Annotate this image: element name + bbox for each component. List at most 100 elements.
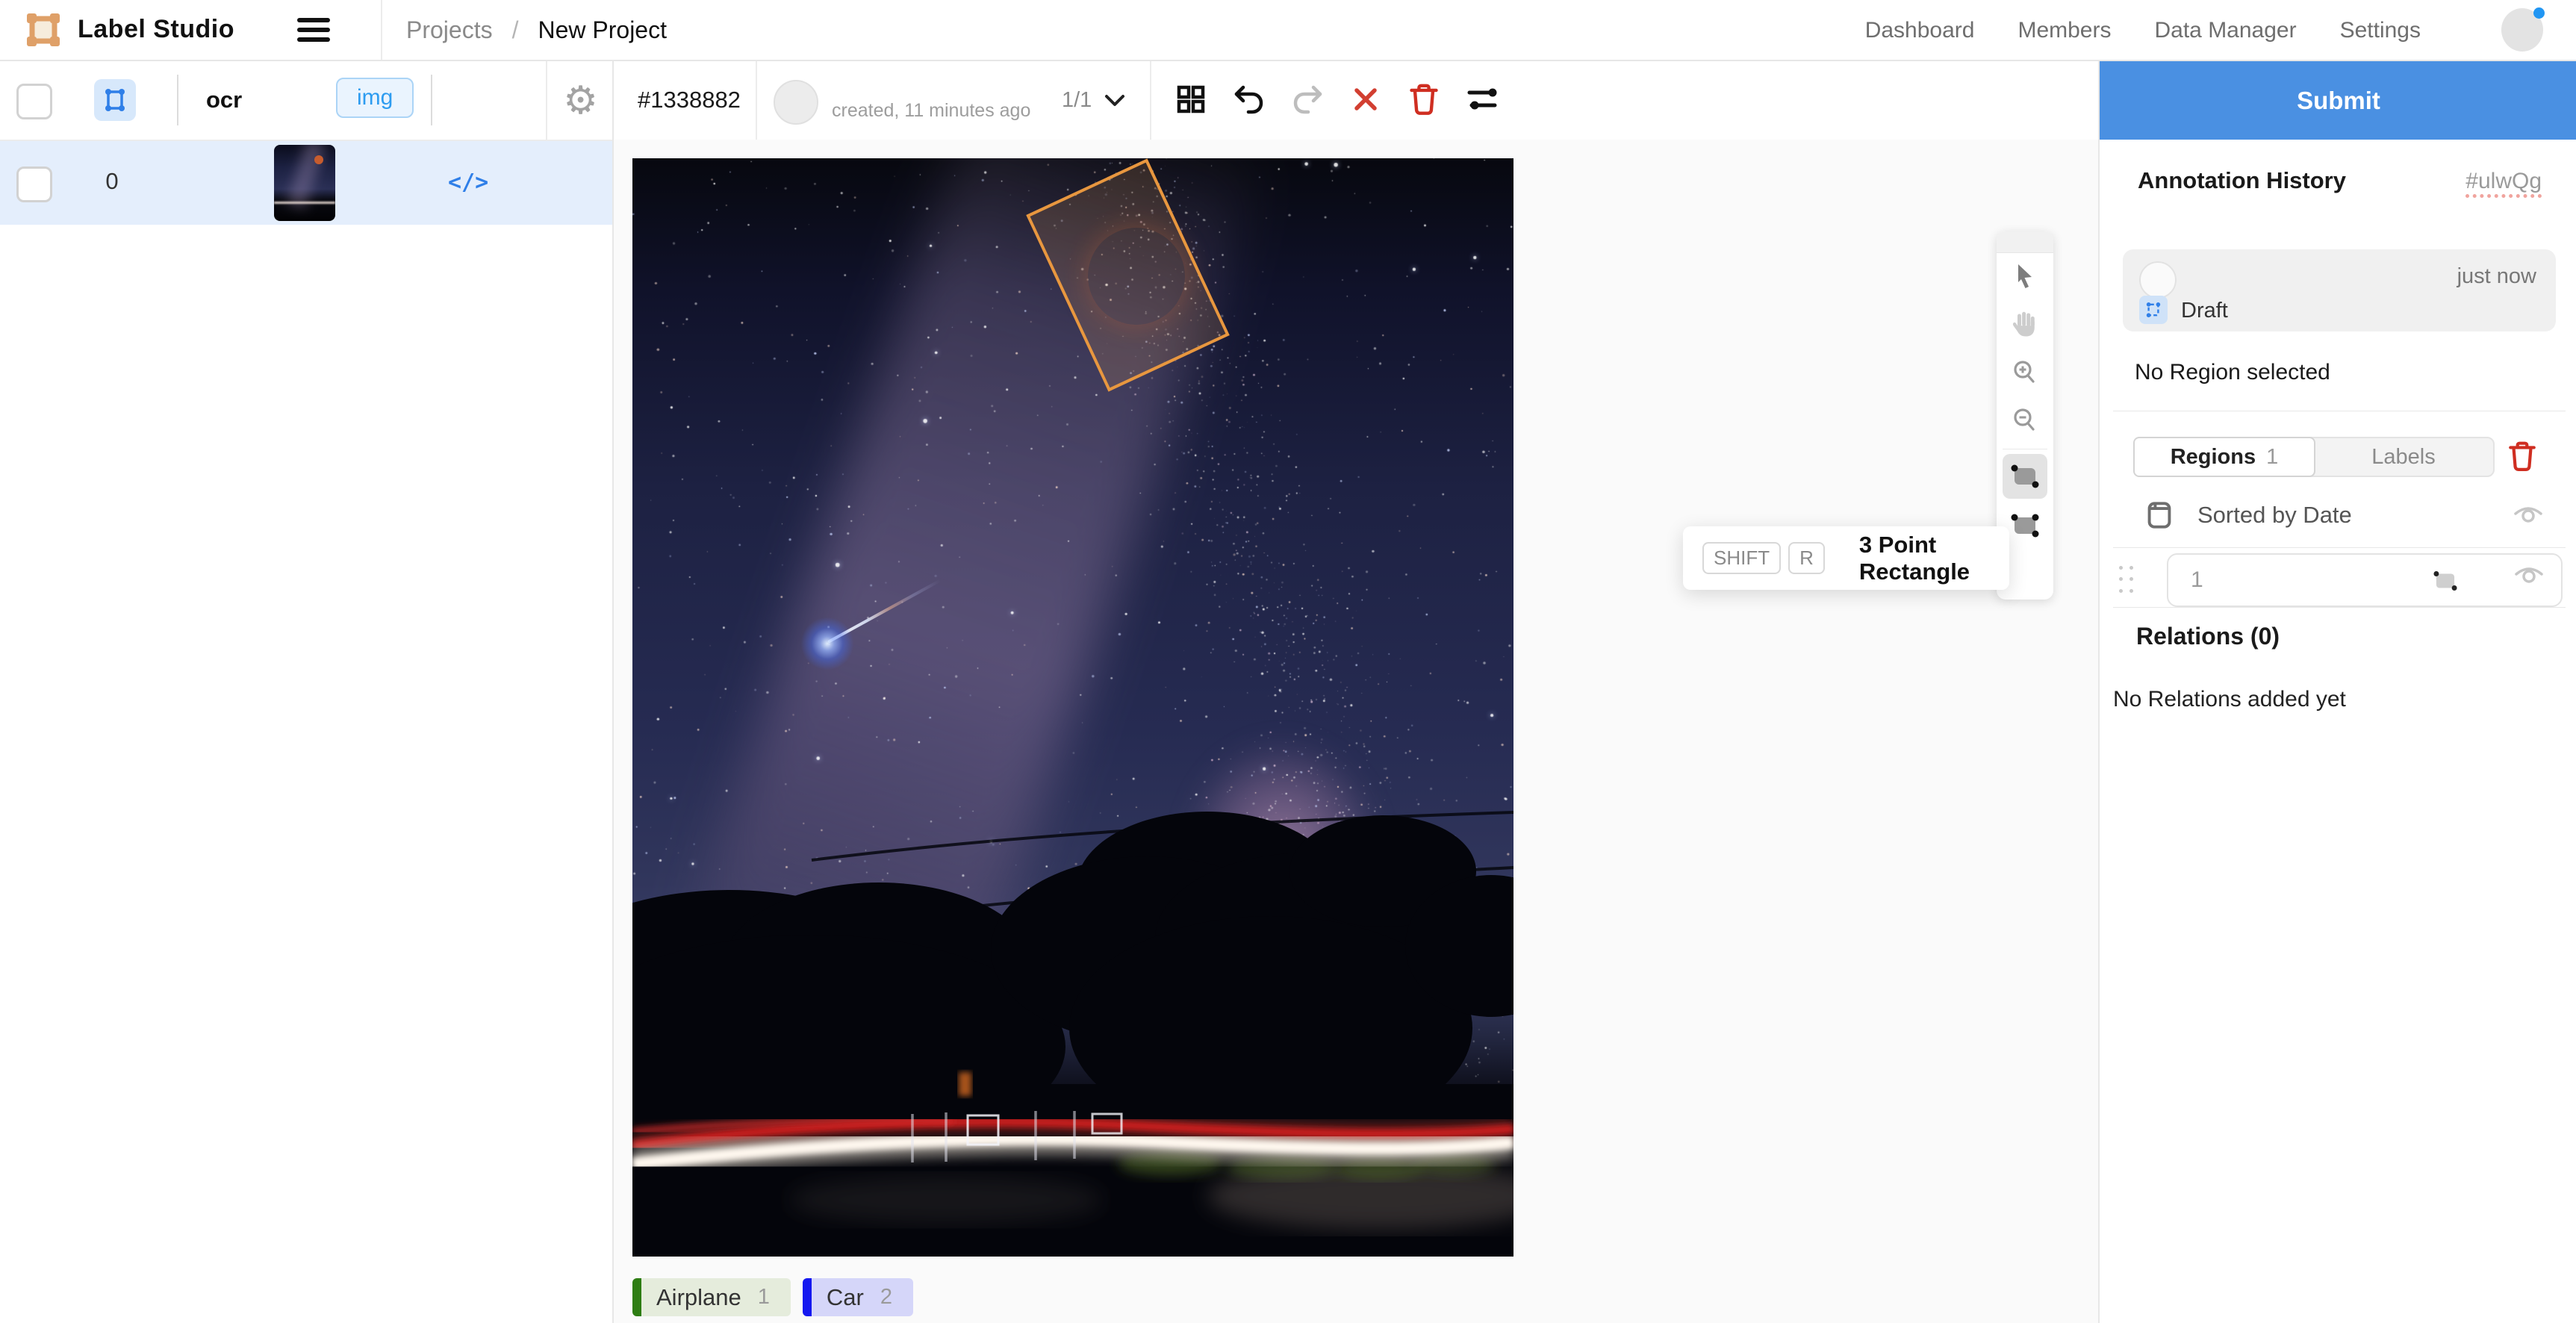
task-row-checkbox[interactable] [16, 166, 52, 202]
sort-panel-icon [2147, 501, 2172, 529]
region-list-item[interactable]: 1 [2167, 553, 2563, 607]
tab-regions[interactable]: Regions 1 [2133, 437, 2315, 477]
region-visibility-icon[interactable] [2513, 564, 2545, 588]
annotation-panel: Submit Annotation History #ulwQg just no… [2098, 61, 2576, 1323]
task-id: #1338882 [638, 87, 741, 113]
rectangle-tool-icon [2009, 463, 2041, 490]
label-studio-logo-icon[interactable] [25, 12, 61, 48]
label-hotkey: 1 [758, 1285, 770, 1310]
task-image-night-sky[interactable] [632, 158, 1513, 1257]
task-row[interactable]: 0 </> [0, 141, 612, 225]
label-color-bar [803, 1278, 812, 1316]
hand-icon [2010, 310, 2040, 340]
relations-title: Relations (0) [2136, 623, 2280, 650]
redo-icon[interactable] [1290, 82, 1325, 116]
label-studio-app: Label Studio Projects / New Project Dash… [0, 0, 2576, 1323]
column-label-ocr: ocr [206, 87, 242, 113]
zoom-in-icon [2011, 358, 2039, 387]
history-avatar [2139, 261, 2177, 299]
delete-trash-icon[interactable] [1407, 82, 1441, 116]
annotator-avatar [774, 80, 818, 125]
tab-labels[interactable]: Labels [2314, 438, 2493, 476]
shortcut-key-shift: SHIFT [1702, 542, 1781, 574]
nav-link-dashboard[interactable]: Dashboard [1865, 18, 1975, 43]
draft-icon [2139, 296, 2168, 324]
annotation-toolbar: #1338882 created, 11 minutes ago 1/1 [614, 61, 2098, 141]
label-color-bar [632, 1278, 641, 1316]
pager-count: 1/1 [1062, 88, 1092, 113]
tab-regions-label: Regions [2171, 445, 2256, 470]
tooltip-label: 3 Point Rectangle [1859, 532, 2009, 585]
shortcut-key-r: R [1788, 542, 1825, 574]
toolbar-actions [1174, 82, 1499, 116]
breadcrumb: Projects / New Project [406, 16, 667, 44]
chevron-down-icon [1104, 93, 1126, 108]
sort-order-dropdown[interactable]: Sorted by Date [2147, 496, 2550, 535]
gear-icon[interactable]: ⚙ [563, 78, 598, 123]
grid-view-button[interactable] [94, 79, 136, 121]
tab-regions-count: 1 [2266, 445, 2278, 470]
nav-links: Dashboard Members Data Manager Settings [1865, 18, 2421, 43]
label-text: Airplane [656, 1284, 741, 1311]
three-point-rectangle-icon [2009, 512, 2041, 539]
task-thumbnail [274, 145, 335, 221]
nav-link-settings[interactable]: Settings [2340, 18, 2421, 43]
hamburger-menu-icon[interactable] [297, 18, 330, 42]
top-nav: Label Studio Projects / New Project Dash… [0, 0, 2576, 61]
toolbar-divider [431, 75, 432, 125]
panel-divider [2113, 607, 2566, 608]
regions-labels-tabs: Regions 1 Labels [2133, 437, 2495, 477]
palette-drag-handle[interactable] [1997, 231, 2053, 253]
annotation-pager[interactable]: 1/1 [1062, 88, 1126, 113]
app-title: Label Studio [78, 15, 234, 44]
nav-link-data-manager[interactable]: Data Manager [2154, 18, 2296, 43]
task-row-id: 0 [90, 168, 134, 195]
label-text: Car [827, 1284, 864, 1311]
region-index: 1 [2191, 567, 2203, 593]
panel-divider [2113, 547, 2566, 548]
region-rectangle-icon [2431, 568, 2460, 597]
breadcrumb-separator: / [512, 16, 519, 44]
delete-all-regions-icon[interactable] [2507, 441, 2537, 476]
nav-divider [381, 0, 382, 60]
toolbar-divider [177, 75, 178, 125]
settings-sliders-icon[interactable] [1465, 82, 1499, 116]
toolbar-divider [756, 61, 757, 140]
nav-link-members[interactable]: Members [2017, 18, 2111, 43]
submit-button[interactable]: Submit [2100, 61, 2576, 140]
pan-tool-button[interactable] [1997, 301, 2053, 349]
history-status: Draft [2181, 299, 2228, 323]
undo-icon[interactable] [1232, 82, 1266, 116]
label-airplane[interactable]: Airplane 1 [632, 1278, 791, 1316]
relations-empty-text: No Relations added yet [2113, 687, 2346, 712]
sidebar-settings-column: ⚙ [546, 61, 614, 140]
label-hotkey: 2 [880, 1285, 892, 1310]
label-car[interactable]: Car 2 [803, 1278, 913, 1316]
region-drag-handle[interactable] [2119, 566, 2135, 596]
zoom-in-tool-button[interactable] [1997, 349, 2053, 396]
zoom-out-tool-button[interactable] [1997, 396, 2053, 444]
grid-view-icon[interactable] [1174, 82, 1208, 116]
tab-labels-label: Labels [2371, 445, 2435, 470]
column-type-badge-img[interactable]: img [336, 78, 414, 118]
reject-x-icon[interactable] [1348, 82, 1383, 116]
no-region-text: No Region selected [2135, 360, 2330, 385]
created-timestamp: created, 11 minutes ago [832, 100, 1030, 122]
pointer-icon [2011, 262, 2039, 292]
breadcrumb-projects[interactable]: Projects [406, 16, 493, 44]
source-code-icon[interactable]: </> [448, 169, 488, 196]
annotation-history-item[interactable]: just now Draft [2123, 249, 2556, 331]
zoom-out-icon [2011, 406, 2039, 435]
toggle-all-visibility-icon[interactable] [2513, 503, 2544, 528]
rectangle-tool-button[interactable] [2003, 454, 2047, 499]
annotation-id-link[interactable]: #ulwQg [2465, 169, 2542, 198]
sort-label: Sorted by Date [2197, 502, 2352, 529]
sidebar-toolbar: ocr img ⚙ [0, 61, 612, 141]
user-avatar[interactable] [2501, 8, 2543, 52]
label-hotkeys: Airplane 1 Car 2 [632, 1278, 913, 1316]
annotation-workspace: Airplane 1 Car 2 [614, 140, 2098, 1323]
pointer-tool-button[interactable] [1997, 253, 2053, 301]
foreground-scene [632, 158, 1513, 1257]
tool-tooltip: SHIFT R 3 Point Rectangle [1683, 526, 2009, 590]
select-all-checkbox[interactable] [16, 84, 52, 119]
